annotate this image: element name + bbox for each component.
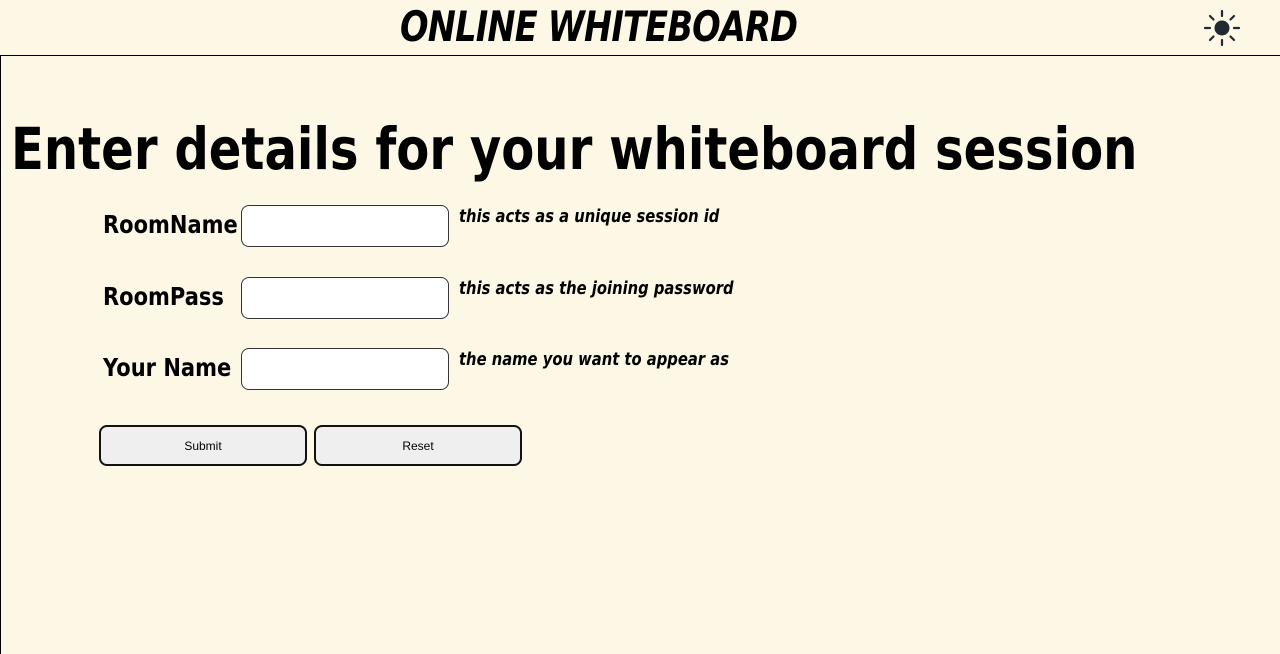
room-pass-hint: this acts as the joining password	[459, 278, 734, 299]
room-pass-row: RoomPass this acts as the joining passwo…	[0, 277, 900, 319]
room-name-row: RoomName this acts as a unique session i…	[0, 205, 900, 247]
your-name-hint: the name you want to appear as	[459, 349, 729, 370]
theme-toggle-button[interactable]	[1203, 9, 1241, 47]
submit-button[interactable]: Submit	[99, 425, 307, 466]
your-name-row: Your Name the name you want to appear as	[0, 348, 900, 390]
your-name-label: Your Name	[103, 353, 232, 382]
room-pass-input[interactable]	[241, 277, 449, 319]
reset-button[interactable]: Reset	[314, 425, 522, 466]
room-name-label: RoomName	[103, 210, 238, 239]
header: ONLINE WHITEBOARD	[0, 0, 1280, 56]
room-name-hint: this acts as a unique session id	[459, 206, 720, 227]
room-pass-label: RoomPass	[103, 282, 224, 311]
page-title: Enter details for your whiteboard sessio…	[11, 115, 1138, 183]
app-title: ONLINE WHITEBOARD	[400, 2, 798, 51]
your-name-input[interactable]	[241, 348, 449, 390]
room-name-input[interactable]	[241, 205, 449, 247]
sun-icon	[1203, 9, 1241, 47]
